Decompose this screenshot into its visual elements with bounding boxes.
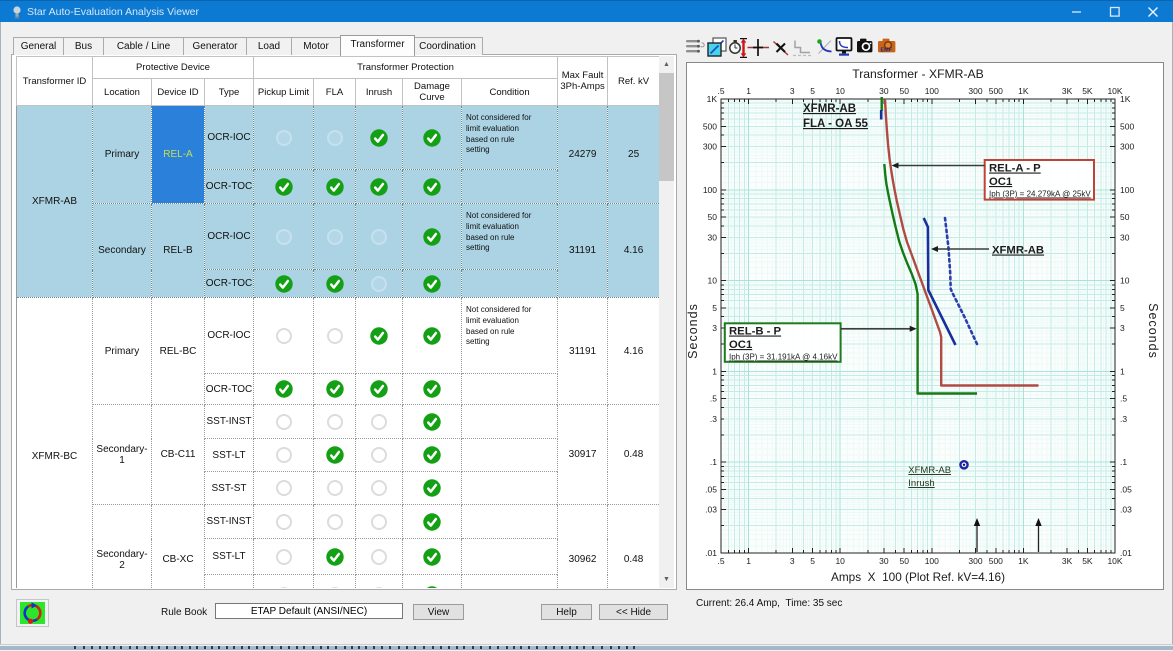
svg-text:1: 1 bbox=[746, 556, 751, 566]
svg-text:1: 1 bbox=[712, 366, 717, 376]
svg-text:.03: .03 bbox=[705, 505, 717, 515]
svg-text:.01: .01 bbox=[1120, 548, 1132, 558]
svg-text:500: 500 bbox=[989, 86, 1003, 96]
svg-text:.3: .3 bbox=[710, 414, 717, 424]
svg-text:10: 10 bbox=[1120, 276, 1130, 286]
svg-text:300: 300 bbox=[703, 141, 717, 151]
svg-text:OC1: OC1 bbox=[729, 339, 752, 351]
svg-text:300: 300 bbox=[968, 86, 982, 96]
svg-text:1K: 1K bbox=[1120, 94, 1131, 104]
svg-text:10: 10 bbox=[835, 556, 845, 566]
svg-text:5: 5 bbox=[712, 303, 717, 313]
svg-text:.5: .5 bbox=[710, 394, 717, 404]
svg-text:3: 3 bbox=[790, 556, 795, 566]
svg-text:3: 3 bbox=[790, 86, 795, 96]
svg-text:1K: 1K bbox=[1018, 86, 1029, 96]
svg-text:OC1: OC1 bbox=[989, 176, 1012, 188]
svg-text:1: 1 bbox=[1120, 366, 1125, 376]
svg-text:1: 1 bbox=[746, 86, 751, 96]
svg-text:.5: .5 bbox=[1120, 394, 1127, 404]
svg-text:Transformer - XFMR-AB: Transformer - XFMR-AB bbox=[852, 67, 984, 81]
svg-text:3K: 3K bbox=[1062, 556, 1073, 566]
svg-text:Seconds: Seconds bbox=[687, 303, 700, 359]
svg-text:50: 50 bbox=[899, 86, 909, 96]
svg-text:300: 300 bbox=[1120, 141, 1134, 151]
svg-text:.1: .1 bbox=[1120, 457, 1127, 467]
svg-text:XFMR-AB: XFMR-AB bbox=[992, 245, 1044, 257]
svg-text:XFMR-AB: XFMR-AB bbox=[908, 465, 951, 476]
svg-text:5: 5 bbox=[810, 86, 815, 96]
svg-text:Seconds: Seconds bbox=[1146, 303, 1160, 359]
svg-text:100: 100 bbox=[703, 185, 717, 195]
svg-text:3K: 3K bbox=[1062, 86, 1073, 96]
svg-text:10: 10 bbox=[708, 276, 718, 286]
svg-text:5: 5 bbox=[1120, 303, 1125, 313]
svg-text:30: 30 bbox=[879, 86, 889, 96]
svg-text:500: 500 bbox=[1120, 121, 1134, 131]
svg-text:.03: .03 bbox=[1120, 505, 1132, 515]
svg-text:1K: 1K bbox=[707, 94, 718, 104]
svg-text:REL-A - P: REL-A - P bbox=[989, 163, 1041, 175]
svg-text:500: 500 bbox=[989, 556, 1003, 566]
svg-text:.05: .05 bbox=[705, 485, 717, 495]
svg-text:10: 10 bbox=[835, 86, 845, 96]
svg-text:30: 30 bbox=[879, 556, 889, 566]
svg-text:50: 50 bbox=[1120, 212, 1130, 222]
svg-text:.5: .5 bbox=[717, 86, 724, 96]
svg-text:XFMR-AB: XFMR-AB bbox=[803, 103, 856, 115]
svg-text:Iph (3P) = 31.191kA @ 4.16kV: Iph (3P) = 31.191kA @ 4.16kV bbox=[729, 353, 838, 362]
svg-text:100: 100 bbox=[1120, 185, 1134, 195]
svg-text:1K: 1K bbox=[1018, 556, 1029, 566]
svg-text:50: 50 bbox=[899, 556, 909, 566]
svg-text:REL-B - P: REL-B - P bbox=[729, 326, 782, 338]
svg-text:Iph (3P) = 24.279kA @ 25kV: Iph (3P) = 24.279kA @ 25kV bbox=[989, 190, 1091, 199]
svg-text:3: 3 bbox=[712, 323, 717, 333]
svg-text:.3: .3 bbox=[1120, 414, 1127, 424]
svg-text:.1: .1 bbox=[710, 457, 717, 467]
svg-text:FLA - OA 55: FLA - OA 55 bbox=[803, 118, 869, 130]
svg-text:3: 3 bbox=[1120, 323, 1125, 333]
svg-text:100: 100 bbox=[925, 556, 939, 566]
svg-text:.05: .05 bbox=[1120, 485, 1132, 495]
svg-text:5K: 5K bbox=[1082, 556, 1093, 566]
svg-text:300: 300 bbox=[968, 556, 982, 566]
svg-text:.01: .01 bbox=[705, 548, 717, 558]
svg-text:50: 50 bbox=[708, 212, 718, 222]
svg-text:100: 100 bbox=[925, 86, 939, 96]
svg-text:.5: .5 bbox=[717, 556, 724, 566]
svg-text:30: 30 bbox=[1120, 232, 1130, 242]
svg-text:Inrush: Inrush bbox=[908, 478, 934, 489]
svg-text:500: 500 bbox=[703, 121, 717, 131]
svg-text:5: 5 bbox=[810, 556, 815, 566]
svg-text:5K: 5K bbox=[1082, 86, 1093, 96]
svg-text:EMF: EMF bbox=[881, 48, 893, 54]
svg-text:30: 30 bbox=[708, 232, 718, 242]
svg-text:Amps X 100 (Plot Ref. kV=4.1: Amps X 100 (Plot Ref. kV=4.16) bbox=[831, 570, 1005, 584]
